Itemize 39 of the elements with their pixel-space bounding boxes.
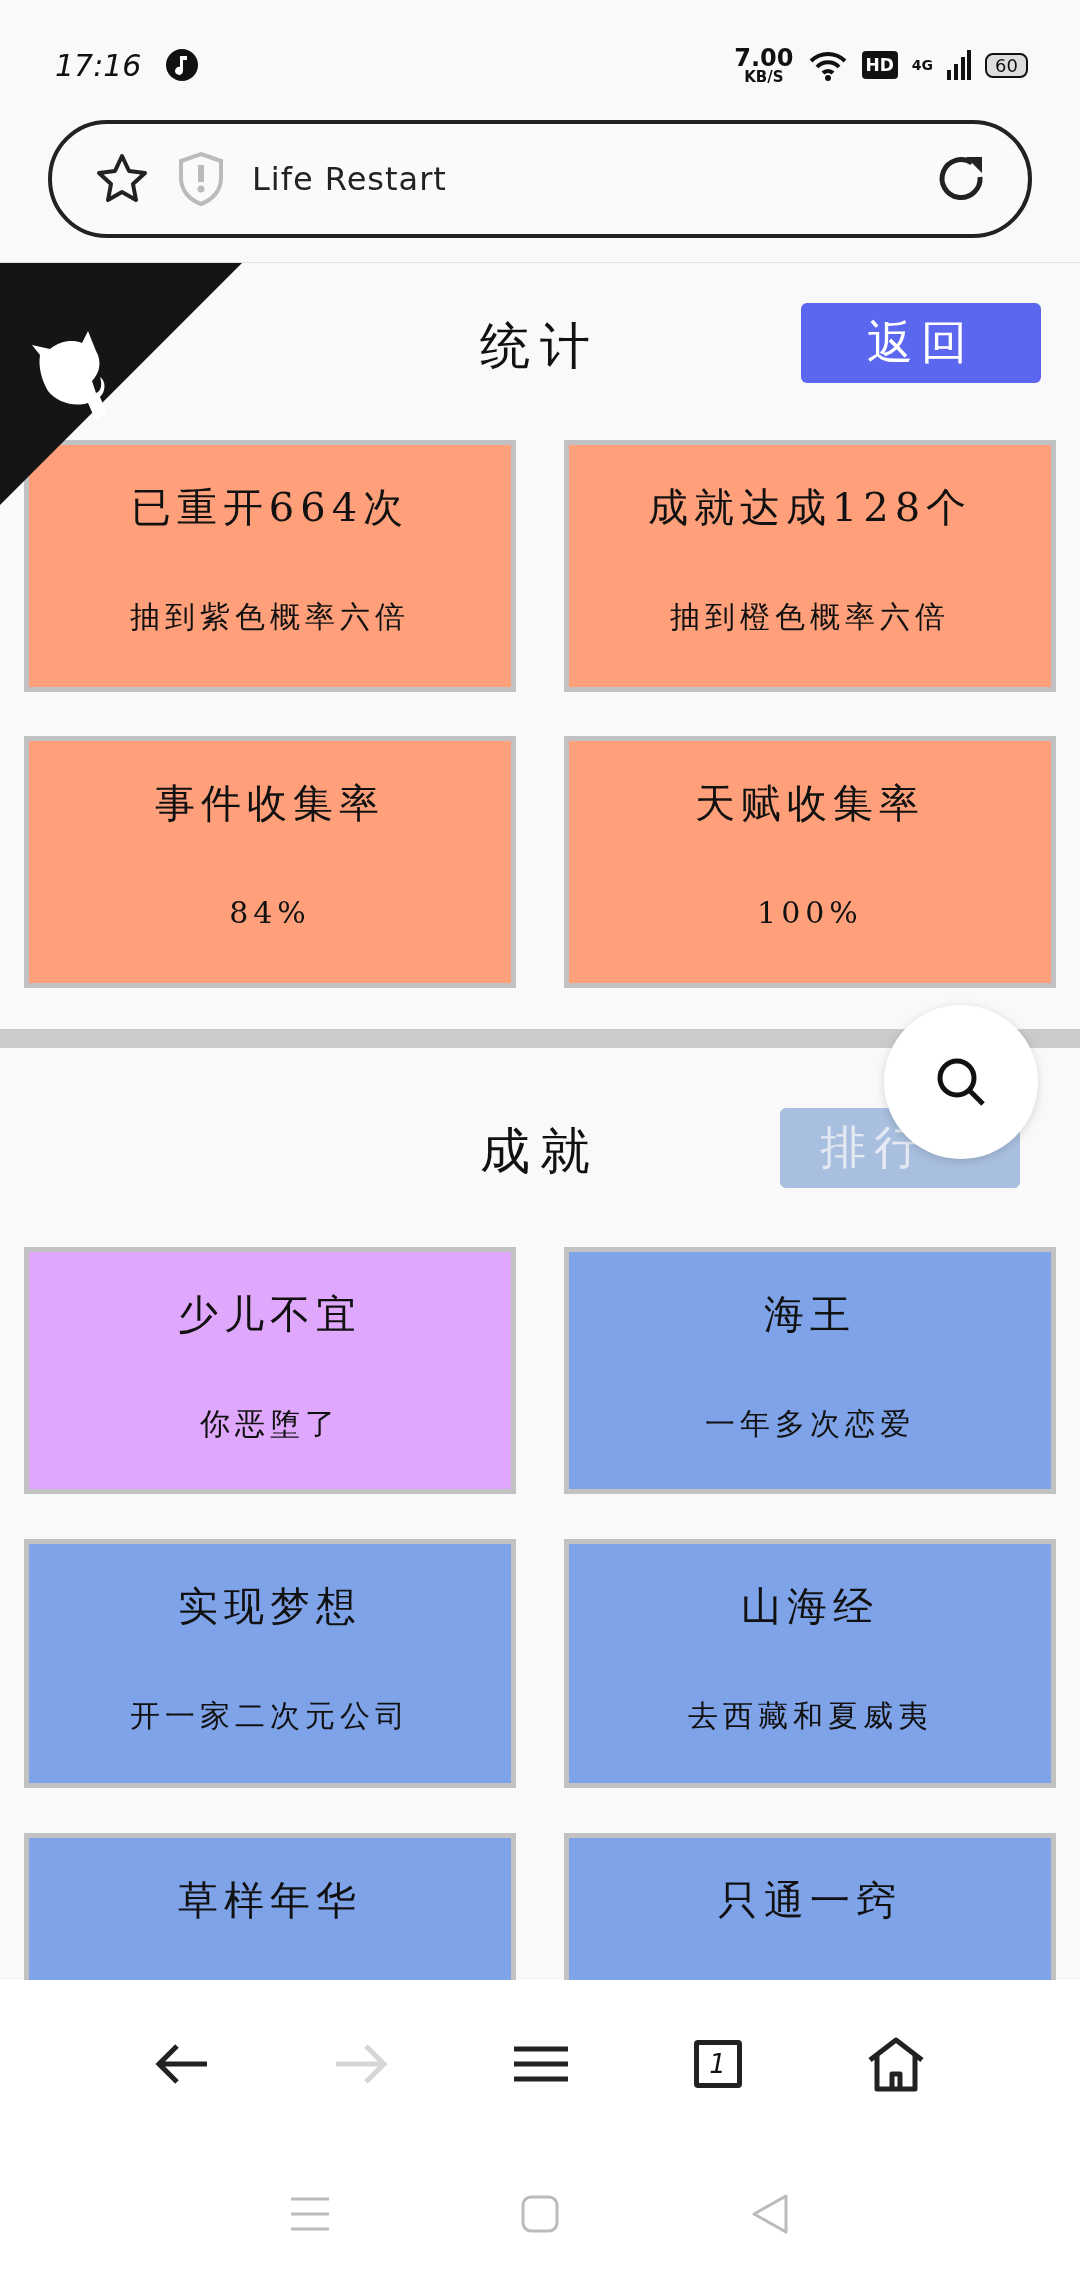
search-icon — [935, 1056, 987, 1108]
back-arrow-icon[interactable] — [154, 2042, 209, 2085]
address-bar[interactable]: Life Restart — [48, 120, 1032, 238]
battery-level: 60 — [985, 52, 1028, 78]
speed-value: 7.00 — [734, 45, 794, 70]
card-title: 少儿不宜 — [178, 1290, 362, 1339]
card-subtitle: 你恶堕了 — [200, 1405, 340, 1443]
card-subtitle: 抽到橙色概率六倍 — [670, 598, 950, 636]
card-subtitle: 100% — [757, 894, 863, 932]
card-title: 草样年华 — [178, 1876, 362, 1925]
clock: 17:16 — [55, 47, 142, 83]
wifi-icon — [807, 49, 848, 81]
card-subtitle: 去西藏和夏威夷 — [687, 1697, 933, 1735]
card-subtitle: 开一家二次元公司 — [130, 1697, 410, 1735]
section-title: 成就 — [480, 1121, 600, 1178]
card-title: 事件收集率 — [155, 779, 385, 828]
music-note-icon — [165, 48, 200, 82]
section-title: 统计 — [480, 316, 600, 373]
url-text: Life Restart — [252, 160, 448, 198]
shield-icon — [176, 151, 226, 207]
card-subtitle: 84% — [229, 894, 311, 932]
menu-icon[interactable] — [514, 2045, 568, 2082]
card-title: 已重开664次 — [130, 483, 410, 532]
speed-unit: KB/S — [744, 69, 784, 85]
card-title: 天赋收集率 — [695, 779, 925, 828]
hd-badge: HD — [861, 51, 898, 79]
signal-icon — [947, 50, 972, 80]
card-title: 海王 — [764, 1290, 856, 1339]
card-title: 只通一窍 — [718, 1876, 902, 1925]
card-subtitle: 抽到紫色概率六倍 — [130, 598, 410, 636]
card-title: 实现梦想 — [178, 1582, 362, 1631]
card-title: 山海经 — [741, 1582, 879, 1631]
back-button[interactable]: 返回 — [801, 303, 1041, 383]
cat-icon — [32, 331, 106, 421]
card-subtitle: 一年多次恋爱 — [705, 1405, 915, 1443]
card-title: 成就达成128个 — [647, 483, 973, 532]
tabs-button[interactable]: 1 — [693, 2039, 742, 2088]
network-type: 4G — [911, 57, 934, 73]
home-icon[interactable] — [867, 2035, 926, 2092]
